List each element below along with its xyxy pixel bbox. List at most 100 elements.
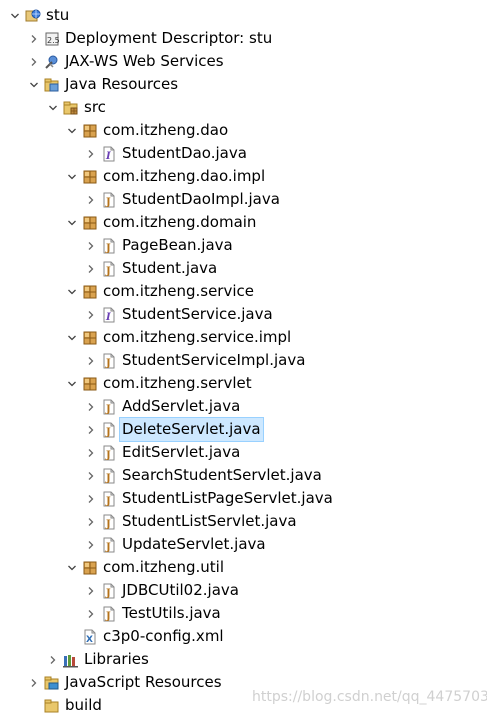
svg-text:J: J bbox=[105, 427, 111, 438]
chevron-right-icon[interactable] bbox=[27, 50, 41, 73]
java-resources-icon bbox=[44, 77, 60, 93]
tree-item-label: com.itzheng.domain bbox=[103, 213, 257, 231]
tree-item-label: src bbox=[84, 98, 106, 116]
tree-item[interactable]: Libraries bbox=[0, 648, 487, 671]
svg-text:J: J bbox=[105, 197, 111, 208]
chevron-right-icon[interactable] bbox=[46, 648, 60, 671]
chevron-right-icon[interactable] bbox=[84, 464, 98, 487]
chevron-right-icon[interactable] bbox=[84, 510, 98, 533]
chevron-right-icon[interactable] bbox=[84, 487, 98, 510]
javascript-resources-icon bbox=[44, 675, 60, 691]
package-icon bbox=[82, 330, 98, 346]
tree-item[interactable]: J PageBean.java bbox=[0, 234, 487, 257]
chevron-down-icon[interactable] bbox=[65, 556, 79, 579]
tree-item[interactable]: J StudentDaoImpl.java bbox=[0, 188, 487, 211]
package-icon bbox=[82, 376, 98, 392]
chevron-down-icon[interactable] bbox=[65, 280, 79, 303]
chevron-right-icon[interactable] bbox=[84, 395, 98, 418]
tree-item[interactable]: com.itzheng.domain bbox=[0, 211, 487, 234]
java-file-icon: J bbox=[101, 491, 117, 507]
chevron-down-icon[interactable] bbox=[27, 73, 41, 96]
package-icon bbox=[82, 560, 98, 576]
interface-file-icon: I bbox=[101, 307, 117, 323]
chevron-right-icon[interactable] bbox=[84, 579, 98, 602]
tree-item-label: com.itzheng.servlet bbox=[103, 374, 252, 392]
tree-item[interactable]: J Student.java bbox=[0, 257, 487, 280]
tree-item[interactable]: stu bbox=[0, 4, 487, 27]
chevron-down-icon[interactable] bbox=[65, 119, 79, 142]
chevron-right-icon[interactable] bbox=[27, 671, 41, 694]
chevron-right-icon[interactable] bbox=[84, 349, 98, 372]
tree-item[interactable]: J TestUtils.java bbox=[0, 602, 487, 625]
tree-item-label: TestUtils.java bbox=[122, 604, 221, 622]
java-file-icon: J bbox=[101, 445, 117, 461]
tree-item[interactable]: I StudentDao.java bbox=[0, 142, 487, 165]
chevron-down-icon[interactable] bbox=[46, 96, 60, 119]
tree-item[interactable]: J SearchStudentServlet.java bbox=[0, 464, 487, 487]
chevron-right-icon[interactable] bbox=[84, 418, 98, 441]
libraries-icon bbox=[63, 652, 79, 668]
java-file-icon: J bbox=[101, 514, 117, 530]
tree-item[interactable]: 2.5 Deployment Descriptor: stu bbox=[0, 27, 487, 50]
tree-item[interactable]: com.itzheng.servlet bbox=[0, 372, 487, 395]
chevron-down-icon[interactable] bbox=[65, 372, 79, 395]
tree-item-label: JAX-WS Web Services bbox=[65, 52, 224, 70]
tree-item[interactable]: J AddServlet.java bbox=[0, 395, 487, 418]
tree-item[interactable]: com.itzheng.dao bbox=[0, 119, 487, 142]
tree-item[interactable]: Xc3p0-config.xml bbox=[0, 625, 487, 648]
package-icon bbox=[82, 123, 98, 139]
svg-text:J: J bbox=[105, 473, 111, 484]
svg-text:2.5: 2.5 bbox=[47, 36, 60, 45]
chevron-right-icon[interactable] bbox=[84, 234, 98, 257]
svg-text:J: J bbox=[105, 519, 111, 530]
tree-item[interactable]: J DeleteServlet.java bbox=[0, 417, 487, 442]
tree-item[interactable]: com.itzheng.service.impl bbox=[0, 326, 487, 349]
svg-text:J: J bbox=[105, 358, 111, 369]
java-file-icon: J bbox=[101, 261, 117, 277]
java-file-icon: J bbox=[101, 583, 117, 599]
chevron-right-icon[interactable] bbox=[84, 188, 98, 211]
tree-item-label: com.itzheng.service bbox=[103, 282, 254, 300]
tree-item-label: Libraries bbox=[84, 650, 149, 668]
chevron-right-icon[interactable] bbox=[84, 533, 98, 556]
tree-item[interactable]: J StudentListServlet.java bbox=[0, 510, 487, 533]
tree-item[interactable]: com.itzheng.service bbox=[0, 280, 487, 303]
tree-item[interactable]: J UpdateServlet.java bbox=[0, 533, 487, 556]
tree-item[interactable]: J StudentServiceImpl.java bbox=[0, 349, 487, 372]
chevron-down-icon[interactable] bbox=[65, 211, 79, 234]
project-explorer-tree: stu 2.5 Deployment Descriptor: stu JAX-WS W… bbox=[0, 4, 487, 717]
tree-item[interactable]: com.itzheng.util bbox=[0, 556, 487, 579]
tree-item-label: com.itzheng.service.impl bbox=[103, 328, 292, 346]
tree-item[interactable]: J EditServlet.java bbox=[0, 441, 487, 464]
chevron-right-icon[interactable] bbox=[27, 27, 41, 50]
package-icon bbox=[82, 169, 98, 185]
svg-text:I: I bbox=[105, 151, 111, 162]
java-file-icon: J bbox=[101, 399, 117, 415]
chevron-down-icon[interactable] bbox=[65, 165, 79, 188]
tree-item[interactable]: com.itzheng.dao.impl bbox=[0, 165, 487, 188]
chevron-right-icon[interactable] bbox=[84, 257, 98, 280]
chevron-down-icon[interactable] bbox=[65, 326, 79, 349]
chevron-down-icon[interactable] bbox=[8, 4, 22, 27]
tree-item-label: com.itzheng.dao.impl bbox=[103, 167, 266, 185]
chevron-right-icon[interactable] bbox=[84, 303, 98, 326]
tree-item[interactable]: J JDBCUtil02.java bbox=[0, 579, 487, 602]
tree-item-label: stu bbox=[46, 6, 70, 24]
tree-item-label: com.itzheng.util bbox=[103, 558, 224, 576]
tree-item[interactable]: I StudentService.java bbox=[0, 303, 487, 326]
tree-item-label: EditServlet.java bbox=[122, 443, 241, 461]
deployment-descriptor-icon: 2.5 bbox=[44, 31, 60, 47]
chevron-right-icon[interactable] bbox=[84, 602, 98, 625]
svg-text:I: I bbox=[105, 312, 111, 323]
folder-icon bbox=[44, 698, 60, 714]
chevron-right-icon[interactable] bbox=[84, 441, 98, 464]
tree-item[interactable]: Java Resources bbox=[0, 73, 487, 96]
tree-item-label: StudentDao.java bbox=[122, 144, 247, 162]
svg-text:J: J bbox=[105, 243, 111, 254]
svg-text:J: J bbox=[105, 588, 111, 599]
tree-item[interactable]: J StudentListPageServlet.java bbox=[0, 487, 487, 510]
tree-item[interactable]: JAX-WS Web Services bbox=[0, 50, 487, 73]
java-file-icon: J bbox=[101, 468, 117, 484]
tree-item[interactable]: src bbox=[0, 96, 487, 119]
chevron-right-icon[interactable] bbox=[84, 142, 98, 165]
